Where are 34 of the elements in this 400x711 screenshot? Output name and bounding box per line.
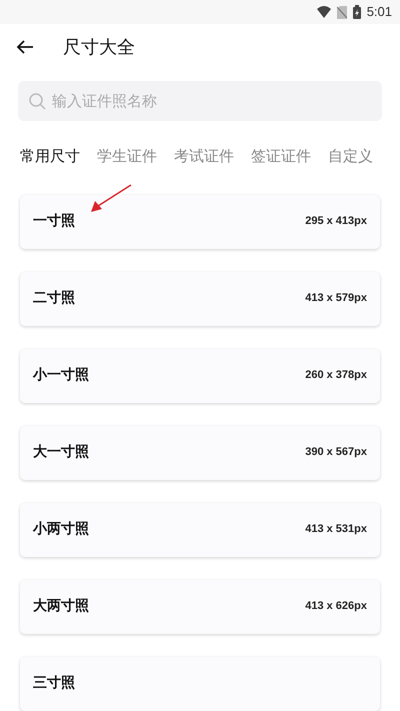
wifi-icon <box>316 6 331 18</box>
category-tab[interactable]: 学生证件 <box>97 145 157 168</box>
category-tab[interactable]: 自定义 <box>328 145 373 168</box>
size-dimensions: 260 x 378px <box>305 368 367 384</box>
status-time: 5:01 <box>366 3 392 22</box>
size-dimensions: 413 x 626px <box>305 599 367 614</box>
size-dimensions: 390 x 567px <box>305 445 367 460</box>
no-sim-icon <box>336 6 347 18</box>
size-name: 二寸照 <box>33 289 75 308</box>
size-name: 一寸照 <box>33 212 75 231</box>
size-name: 小一寸照 <box>33 366 89 385</box>
search-icon <box>28 92 46 110</box>
size-card[interactable]: 二寸照 413 x 579px <box>20 272 380 326</box>
size-card[interactable]: 小两寸照 413 x 531px <box>20 502 380 556</box>
size-card[interactable]: 三寸照 <box>20 656 380 710</box>
size-name: 大一寸照 <box>33 443 89 462</box>
search-field[interactable]: 输入证件照名称 <box>18 81 382 121</box>
size-dimensions: 413 x 531px <box>305 522 367 538</box>
category-tab[interactable]: 常用尺寸 <box>20 145 80 168</box>
annotation-arrow <box>90 184 132 214</box>
size-card[interactable]: 小一寸照 260 x 378px <box>20 348 380 402</box>
size-name: 三寸照 <box>33 674 75 693</box>
size-dimensions: 413 x 579px <box>305 291 367 306</box>
category-tab[interactable]: 签证证件 <box>251 145 311 168</box>
size-card[interactable]: 一寸照 295 x 413px <box>20 194 380 248</box>
back-icon[interactable] <box>16 40 34 54</box>
page-title: 尺寸大全 <box>63 36 135 60</box>
size-card[interactable]: 大两寸照 413 x 626px <box>20 580 380 634</box>
size-card[interactable]: 大一寸照 390 x 567px <box>20 426 380 480</box>
size-dimensions: 295 x 413px <box>305 214 367 230</box>
size-name: 大两寸照 <box>33 597 89 616</box>
category-tab[interactable]: 考试证件 <box>174 145 234 168</box>
size-name: 小两寸照 <box>33 520 89 539</box>
battery-icon <box>352 5 361 19</box>
